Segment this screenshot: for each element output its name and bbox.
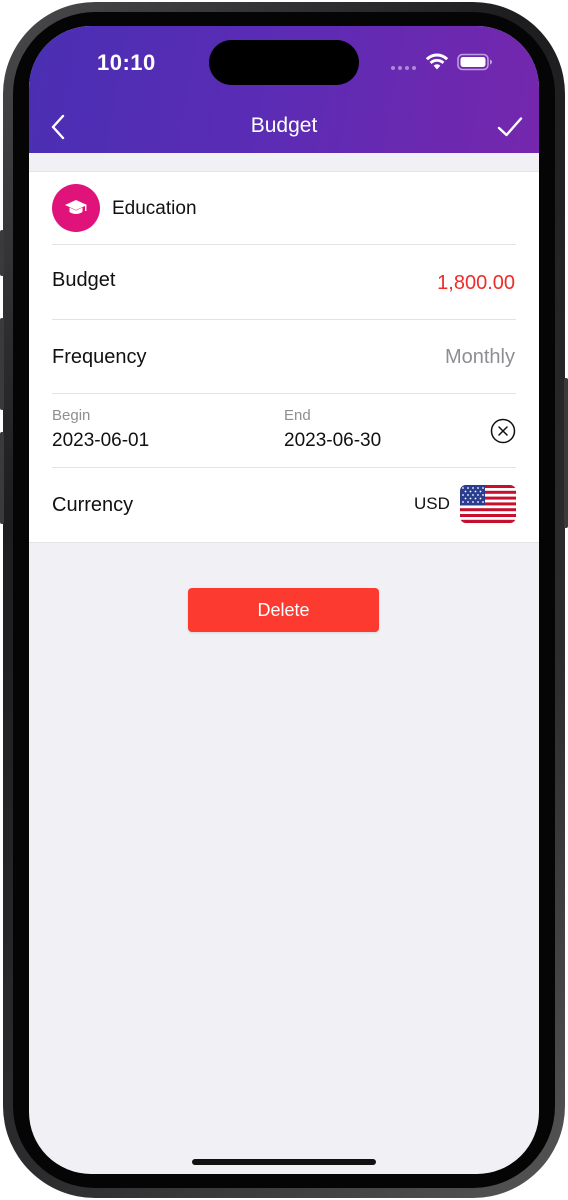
page-title: Budget: [250, 114, 318, 137]
action-button: [0, 230, 4, 276]
frequency-value[interactable]: Monthly: [445, 346, 515, 369]
home-indicator[interactable]: [192, 1159, 376, 1165]
currency-code: USD: [414, 494, 450, 513]
end-date[interactable]: 2023-06-30: [284, 430, 381, 452]
budget-label: Budget: [52, 269, 116, 291]
frequency-label: Frequency: [52, 346, 147, 368]
power-button: [564, 378, 568, 528]
currency-label: Currency: [52, 494, 134, 516]
cellular-signal-icon: [391, 66, 416, 70]
wifi-icon: [425, 53, 449, 70]
begin-date[interactable]: 2023-06-01: [52, 430, 149, 452]
header-bar: 10:10 Budget: [29, 26, 539, 153]
delete-button[interactable]: Delete: [188, 588, 379, 632]
clear-circle-x-icon[interactable]: [490, 418, 516, 444]
battery-icon: [457, 53, 492, 71]
end-label: End: [284, 407, 311, 424]
begin-label: Begin: [52, 407, 91, 424]
app-screen: 10:10 Budget Education Budget 1,800.00 F…: [29, 26, 539, 1174]
volume-up-button: [0, 318, 4, 410]
divider: [52, 467, 516, 468]
checkmark-icon[interactable]: [495, 112, 525, 142]
divider: [52, 393, 516, 394]
budget-details-card: Education Budget 1,800.00 Frequency Mont…: [29, 171, 539, 543]
graduation-cap-icon: [65, 200, 87, 214]
category-icon-badge: [52, 184, 100, 232]
budget-amount[interactable]: 1,800.00: [437, 272, 515, 295]
volume-down-button: [0, 432, 4, 524]
category-label: Education: [112, 198, 197, 219]
divider: [52, 244, 516, 245]
divider: [52, 319, 516, 320]
us-flag-icon: [460, 485, 516, 523]
status-time: 10:10: [97, 50, 156, 75]
dynamic-island: [209, 40, 359, 85]
